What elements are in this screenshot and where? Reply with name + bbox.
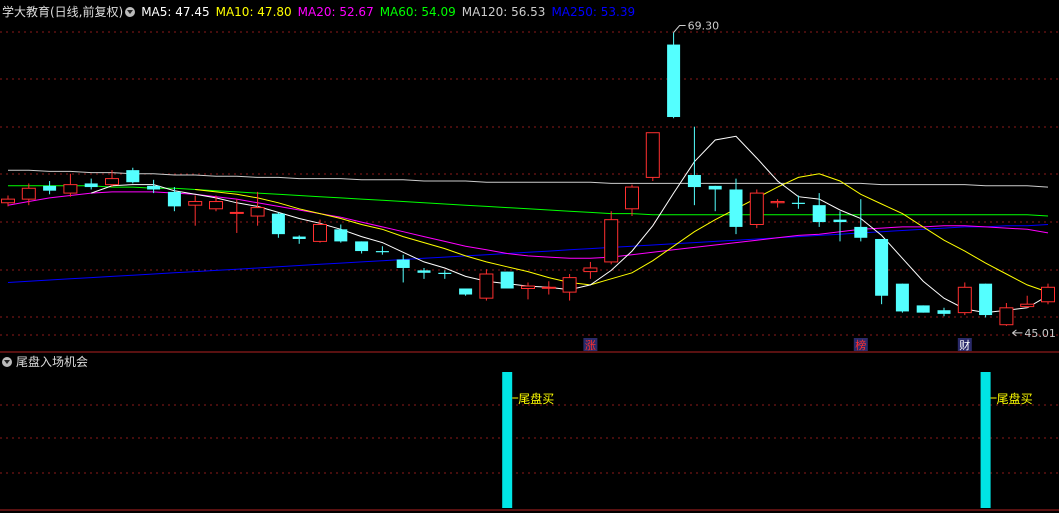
candle-body-down [895,283,909,312]
main-panel-header: 学大教育(日线,前复权) MA5: 47.45 MA10: 47.80 MA20: 5… [2,3,641,20]
candle-body-down [667,44,681,118]
candle-body-down [43,185,57,191]
candle-body-up [21,187,36,200]
candle-body-down [500,271,514,289]
candle-body-up [209,201,223,210]
candle-body-up [583,267,598,273]
sub-panel-header: 尾盘入场机会 [2,353,88,370]
candle-body-up [770,201,785,204]
candle-body-down [459,288,473,295]
candle-body-down [812,205,826,223]
ma60-value: MA60: 54.09 [379,5,456,19]
candle-body-up [625,186,639,210]
candle-body-down [126,170,140,183]
dropdown-icon[interactable] [2,357,12,367]
candle-body-down [375,251,389,253]
candle-body-down [979,283,993,316]
candle-body-up [229,211,244,214]
stock-title: 学大教育(日线,前复权) [2,5,124,19]
ma120-line [8,169,1049,188]
candle-body-up [479,273,494,299]
candle-body-up [1020,303,1035,308]
candle-body-down [833,219,847,223]
event-marker: 财 [959,338,970,352]
candle-body-up [313,223,327,242]
ma120-value: MA120: 56.53 [461,5,546,19]
ma20-line [7,191,1049,259]
candle-body-down [875,238,889,296]
candle-body-up [999,307,1014,326]
candle-body-down [334,229,348,242]
high-price-label: 69.30 [688,19,720,32]
signal-bar [980,372,991,508]
candle-body-down [292,236,306,239]
candle-body-up [1041,286,1055,303]
candle-body-up [645,132,660,178]
candle-body-up [63,184,78,194]
ma250-line [7,224,1049,283]
candle-body-up [250,207,265,217]
ma250-value: MA250: 53.39 [551,5,636,19]
candle-body-up [562,277,577,293]
candle-body-up [188,201,203,206]
signal-label: 尾盘买 [518,391,554,406]
candle-body-down [791,202,805,204]
ma10-value: MA10: 47.80 [215,5,292,19]
candle-body-down [937,310,951,314]
candle-body-down [271,213,285,235]
dropdown-icon[interactable] [125,7,136,17]
candle-body-down [729,189,743,227]
candle-body-down [438,272,452,274]
sub-panel-title: 尾盘入场机会 [16,355,89,369]
candle-body-down [916,305,930,313]
candle-body-up [541,286,556,289]
candle-body-up [957,286,972,314]
candle-body-up [1,198,15,204]
candle-body-down [854,226,868,238]
candle-body-down [417,270,431,273]
candle-body-down [167,191,181,207]
candle-body-down [708,185,722,190]
event-marker: 榜 [855,338,866,352]
ma60-line [8,185,1049,217]
high-arrow [673,24,686,33]
kline-chart[interactable]: 69.30 45.01 涨 榜 财尾盘买 尾盘买 [0,0,1059,513]
candle-body-down [396,259,410,268]
ma20-value: MA20: 52.67 [297,5,374,19]
candle-body-down [355,241,369,252]
candle-body-down [84,183,98,188]
candle-body-up [749,192,764,225]
candle-body-down [147,185,161,190]
ma5-value: MA5: 47.45 [141,5,210,19]
signal-label: 尾盘买 [997,391,1033,406]
low-price-label: 45.01 [1024,327,1056,340]
signal-bar [502,372,513,508]
candle-body-up [604,219,619,263]
candle-body-up [521,285,535,289]
candle-body-down [687,174,701,188]
event-marker: 涨 [585,339,596,352]
candle-body-up [105,178,119,186]
